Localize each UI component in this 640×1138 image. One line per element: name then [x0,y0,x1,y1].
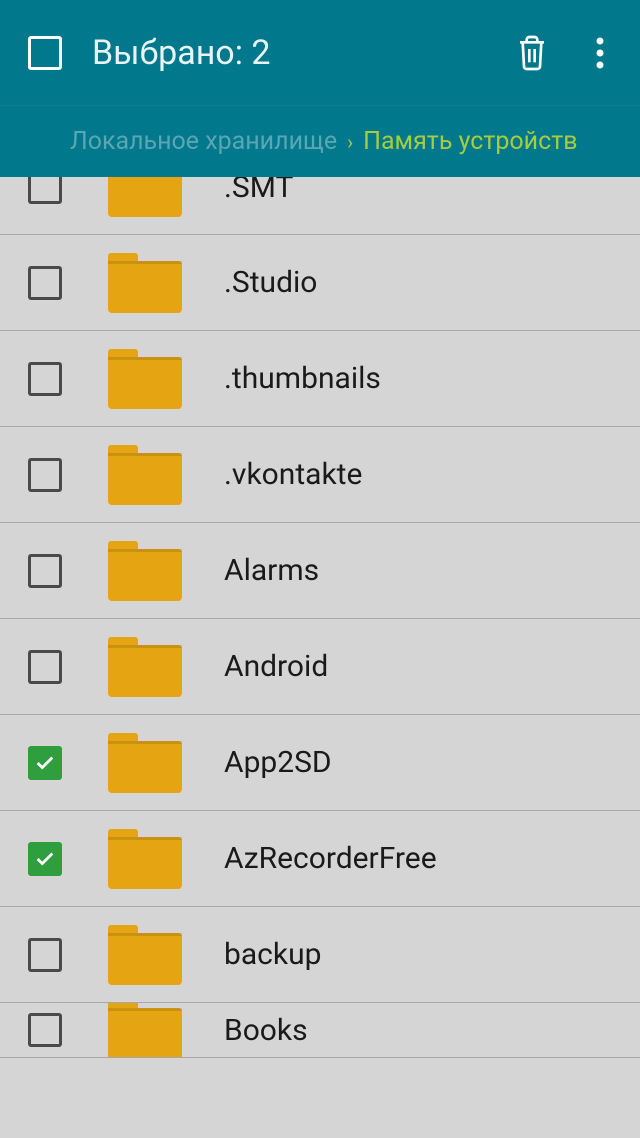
list-item[interactable]: .Studio [0,235,640,331]
item-checkbox[interactable] [28,842,62,876]
folder-icon [108,637,182,697]
selection-toolbar: Выбрано: 2 [0,0,640,105]
folder-icon [108,1003,182,1058]
item-label: AzRecorderFree [224,841,437,876]
item-checkbox[interactable] [28,746,62,780]
delete-button[interactable] [508,29,556,77]
breadcrumb-parent[interactable]: Локальное хранилище [70,127,337,156]
item-label: .SMT [224,177,293,205]
item-label: .Studio [224,265,317,300]
item-checkbox[interactable] [28,458,62,492]
select-all-checkbox[interactable] [28,36,62,70]
item-checkbox[interactable] [28,1013,62,1047]
item-label: Books [224,1013,308,1048]
item-label: .vkontakte [224,457,362,492]
list-item[interactable]: AzRecorderFree [0,811,640,907]
list-item[interactable]: Android [0,619,640,715]
item-checkbox[interactable] [28,554,62,588]
list-item[interactable]: Books [0,1003,640,1058]
item-checkbox[interactable] [28,650,62,684]
list-item[interactable]: Alarms [0,523,640,619]
folder-icon [108,177,182,217]
file-list[interactable]: .SMT .Studio .thumbnails .vkontakte Alar… [0,177,640,1058]
list-item[interactable]: backup [0,907,640,1003]
breadcrumb[interactable]: Локальное хранилище › Память устройств [0,105,640,177]
list-item[interactable]: .vkontakte [0,427,640,523]
list-item[interactable]: App2SD [0,715,640,811]
trash-icon [516,34,548,72]
item-checkbox[interactable] [28,177,62,204]
list-item[interactable]: .thumbnails [0,331,640,427]
item-label: .thumbnails [224,361,381,396]
item-checkbox[interactable] [28,362,62,396]
breadcrumb-current: Память устройств [363,127,577,156]
folder-icon [108,541,182,601]
item-label: Alarms [224,553,319,588]
folder-icon [108,733,182,793]
selection-count-title: Выбрано: 2 [92,33,488,73]
item-label: App2SD [224,745,332,780]
folder-icon [108,925,182,985]
folder-icon [108,829,182,889]
item-label: backup [224,937,321,972]
chevron-right-icon: › [347,130,353,154]
more-vertical-icon [596,36,604,70]
more-options-button[interactable] [576,29,624,77]
list-item[interactable]: .SMT [0,177,640,235]
folder-icon [108,253,182,313]
item-checkbox[interactable] [28,938,62,972]
item-label: Android [224,649,328,684]
folder-icon [108,349,182,409]
item-checkbox[interactable] [28,266,62,300]
folder-icon [108,445,182,505]
